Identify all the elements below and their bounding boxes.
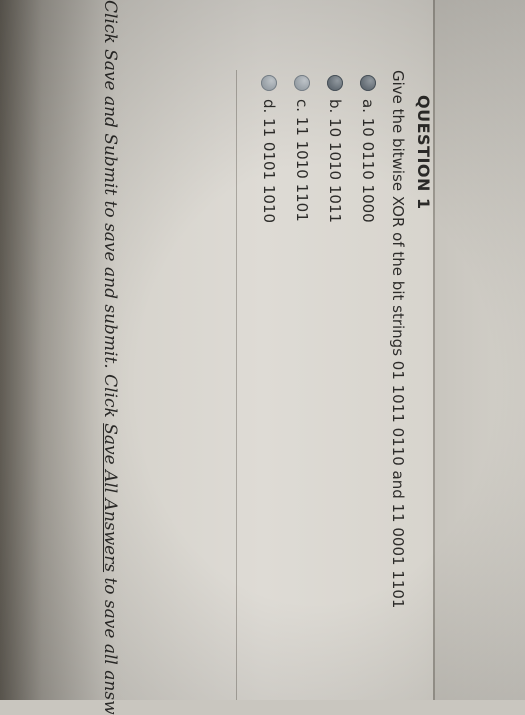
option-b-label[interactable]: b. 10 1010 1011 (327, 99, 345, 223)
instructions-text-2: to save all answ (100, 572, 120, 715)
option-c-label[interactable]: c. 11 1010 1101 (294, 99, 312, 222)
radio-button-icon[interactable] (294, 75, 311, 91)
option-a[interactable]: a. 10 0110 1000 (352, 75, 385, 223)
option-d-label[interactable]: d. 11 0101 1010 (261, 99, 279, 223)
option-a-label[interactable]: a. 10 0110 1000 (360, 99, 378, 223)
option-c[interactable]: c. 11 1010 1101 (286, 75, 319, 223)
option-d[interactable]: d. 11 0101 1010 (253, 75, 286, 223)
question-prompt: Give the bitwise XOR of the bit strings … (389, 70, 407, 609)
radio-button-icon[interactable] (327, 75, 344, 91)
save-all-answers-link-text: Save All Answers (100, 423, 120, 573)
submit-instructions: Click Save and Submit to save and submit… (100, 0, 120, 715)
radio-button-icon[interactable] (360, 75, 377, 91)
answer-options: a. 10 0110 1000 b. 10 1010 1011 c. 11 10… (253, 75, 385, 223)
quiz-page: QUESTION 1 Give the bitwise XOR of the b… (0, 0, 525, 715)
question-title: QUESTION 1 (414, 95, 433, 210)
instructions-text-1: Click Save and Submit to save and submit… (100, 0, 120, 424)
divider (236, 70, 237, 700)
question-header-bar (433, 0, 525, 700)
radio-button-icon[interactable] (261, 75, 278, 91)
option-b[interactable]: b. 10 1010 1011 (319, 75, 352, 223)
